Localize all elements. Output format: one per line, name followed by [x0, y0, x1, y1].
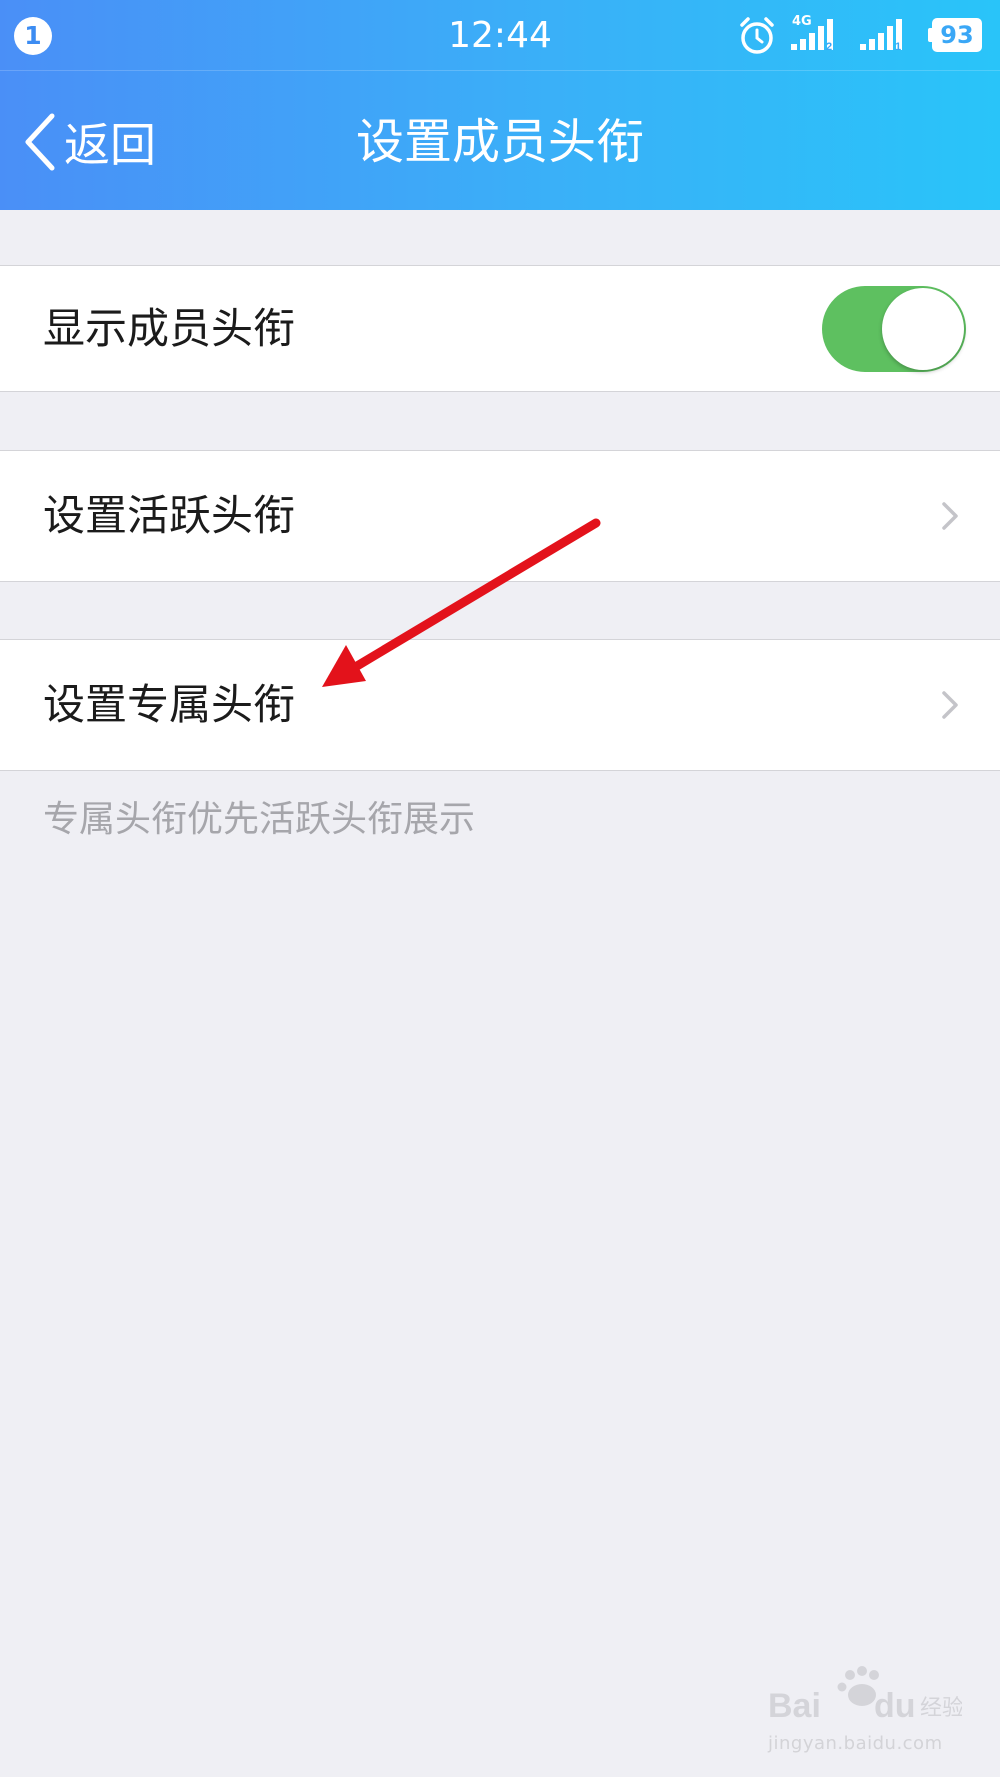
- set-active-titles-label: 设置活跃头衔: [43, 491, 296, 540]
- navigation-bar: 返回 设置成员头衔: [0, 71, 1000, 210]
- battery-level: 93: [932, 18, 982, 52]
- back-button-label: 返回: [64, 118, 156, 172]
- chevron-left-icon: [25, 113, 55, 171]
- show-member-titles-row: 显示成员头衔: [0, 265, 1000, 392]
- baidu-logo: Bai du 经验: [768, 1666, 962, 1725]
- notification-badge: 1: [14, 17, 52, 55]
- page-title: 设置成员头衔: [355, 114, 644, 170]
- set-active-titles-row[interactable]: 设置活跃头衔: [0, 450, 1000, 582]
- svg-text:Bai: Bai: [768, 1687, 821, 1725]
- battery-icon: 93: [928, 18, 982, 52]
- app-header: 1 12:44 4G 2 1 93 返回 设置成员头衔: [0, 0, 1000, 210]
- sim-slot-label: 1: [895, 41, 901, 52]
- chevron-right-icon: [942, 502, 958, 530]
- exclusive-titles-footnote: 专属头衔优先活跃头衔展示: [43, 799, 476, 840]
- set-exclusive-titles-row[interactable]: 设置专属头衔: [0, 639, 1000, 771]
- back-button[interactable]: 返回: [20, 107, 156, 177]
- status-bar: 1 12:44 4G 2 1 93: [0, 0, 1000, 71]
- alarm-clock-icon: [740, 17, 774, 54]
- signal-icon: 1: [860, 19, 902, 52]
- show-member-titles-label: 显示成员头衔: [43, 304, 296, 353]
- show-member-titles-toggle[interactable]: [822, 286, 966, 372]
- svg-text:du: du: [874, 1687, 916, 1725]
- toggle-knob: [882, 288, 964, 370]
- chevron-right-icon: [942, 691, 958, 719]
- signal-icon: 2: [791, 19, 833, 52]
- svg-text:经验: 经验: [920, 1696, 962, 1721]
- baidu-jingyan-watermark: Bai du 经验 jingyan.baidu.com: [762, 1665, 962, 1765]
- set-exclusive-titles-label: 设置专属头衔: [43, 680, 296, 729]
- watermark-url: jingyan.baidu.com: [768, 1733, 943, 1754]
- sim-slot-label: 2: [826, 41, 832, 52]
- status-time: 12:44: [448, 15, 552, 56]
